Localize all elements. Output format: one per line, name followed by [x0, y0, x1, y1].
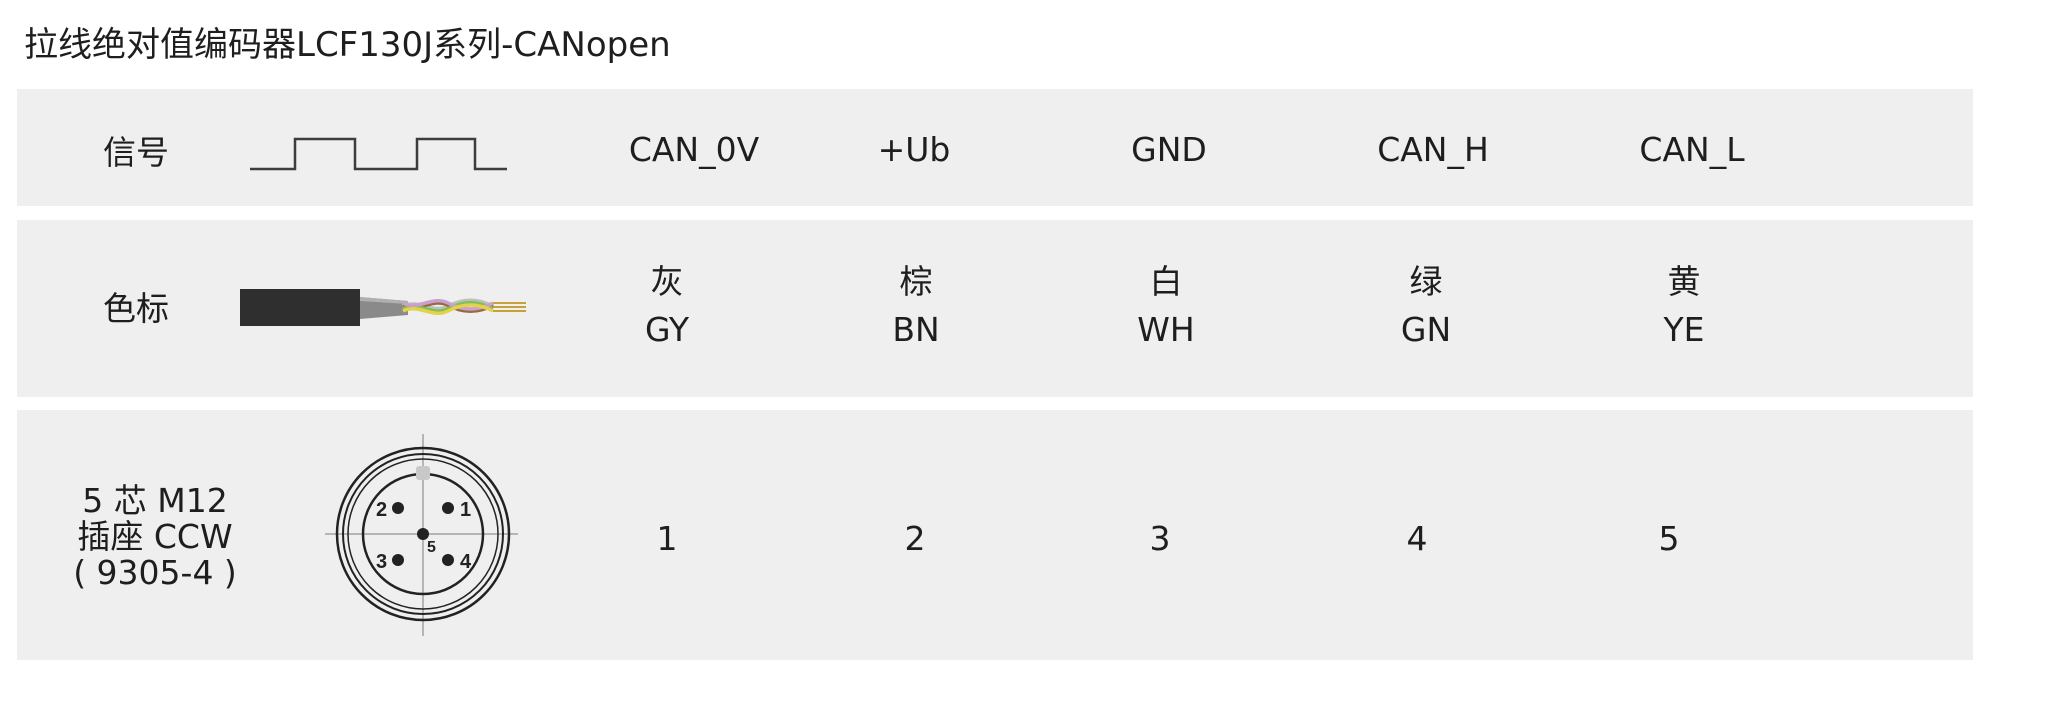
pin-number: 4: [460, 551, 472, 573]
connector-label-line: 插座 CCW: [77, 517, 233, 556]
connector-row: [17, 410, 1973, 660]
signal-gnd: GND: [1131, 130, 1207, 169]
color-abbr: YE: [1663, 310, 1705, 349]
pin-number: 5: [427, 539, 436, 556]
signal-plus-ub: +Ub: [877, 130, 951, 169]
pin-4: 4: [1406, 519, 1428, 558]
color-abbr: WH: [1137, 310, 1195, 349]
color-name-cn: 黄: [1667, 262, 1701, 301]
pin-2: 2: [904, 519, 926, 558]
color-grey: 灰 GY: [645, 258, 689, 354]
color-row-label: 色标: [103, 289, 169, 328]
connector-label-line: 5 芯 M12: [82, 481, 228, 520]
signal-row-label: 信号: [103, 133, 169, 172]
pin-3: 3: [1149, 519, 1171, 558]
cable-icon: [240, 289, 526, 326]
color-white: 白 WH: [1137, 258, 1194, 354]
pin-number: 1: [460, 499, 471, 521]
color-abbr: GY: [644, 310, 690, 349]
color-name-cn: 白: [1149, 262, 1183, 301]
signal-can-h: CAN_H: [1377, 130, 1489, 169]
page-title: 拉线绝对值编码器LCF130J系列-CANopen: [24, 25, 671, 65]
color-name-cn: 棕: [899, 262, 933, 301]
m12-connector-icon: 1 2 3 4 5: [325, 434, 518, 636]
color-name-cn: 灰: [650, 262, 684, 301]
pin-1: 1: [656, 519, 678, 558]
color-green: 绿 GN: [1401, 258, 1451, 354]
signal-can-0v: CAN_0V: [628, 130, 760, 169]
connector-row-label: 5 芯 M12 插座 CCW ( 9305-4 ): [70, 483, 240, 591]
color-abbr: GN: [1400, 310, 1452, 349]
connector-label-line: ( 9305-4 ): [73, 553, 237, 592]
signal-can-l: CAN_L: [1639, 130, 1745, 169]
color-name-cn: 绿: [1409, 262, 1443, 301]
color-abbr: BN: [892, 310, 940, 349]
pin-5: 5: [1658, 519, 1680, 558]
pin-number: 2: [376, 499, 387, 521]
square-wave-icon: [250, 137, 507, 171]
pin-number: 3: [376, 551, 387, 573]
color-yellow: 黄 YE: [1663, 258, 1704, 354]
color-brown: 棕 BN: [892, 258, 939, 354]
